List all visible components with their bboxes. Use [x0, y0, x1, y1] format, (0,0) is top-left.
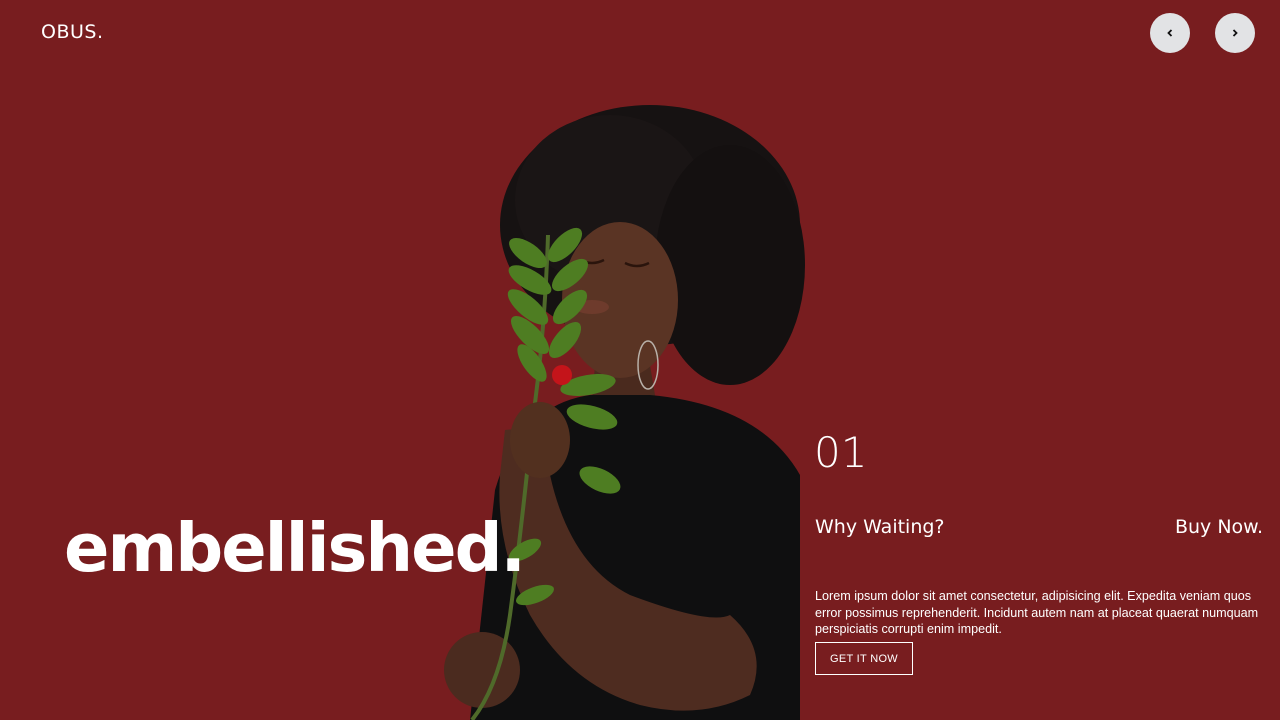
tagline-why-waiting: Why Waiting? [815, 516, 945, 538]
next-slide-button[interactable] [1215, 13, 1255, 53]
chevron-left-icon [1167, 29, 1173, 37]
slide-number: 01 [814, 428, 868, 477]
model-portrait-image [400, 95, 820, 720]
get-it-now-button[interactable]: GET IT NOW [815, 642, 913, 675]
previous-slide-button[interactable] [1150, 13, 1190, 53]
hero-description: Lorem ipsum dolor sit amet consectetur, … [815, 589, 1259, 636]
chevron-right-icon [1232, 29, 1238, 37]
hero-headline: embellished. [64, 509, 526, 587]
tagline-buy-now: Buy Now. [1174, 516, 1263, 538]
logo[interactable]: OBUS. [41, 21, 104, 43]
hero-slide: OBUS. embellished. 01 Why Waiting? Buy N… [0, 0, 1280, 720]
